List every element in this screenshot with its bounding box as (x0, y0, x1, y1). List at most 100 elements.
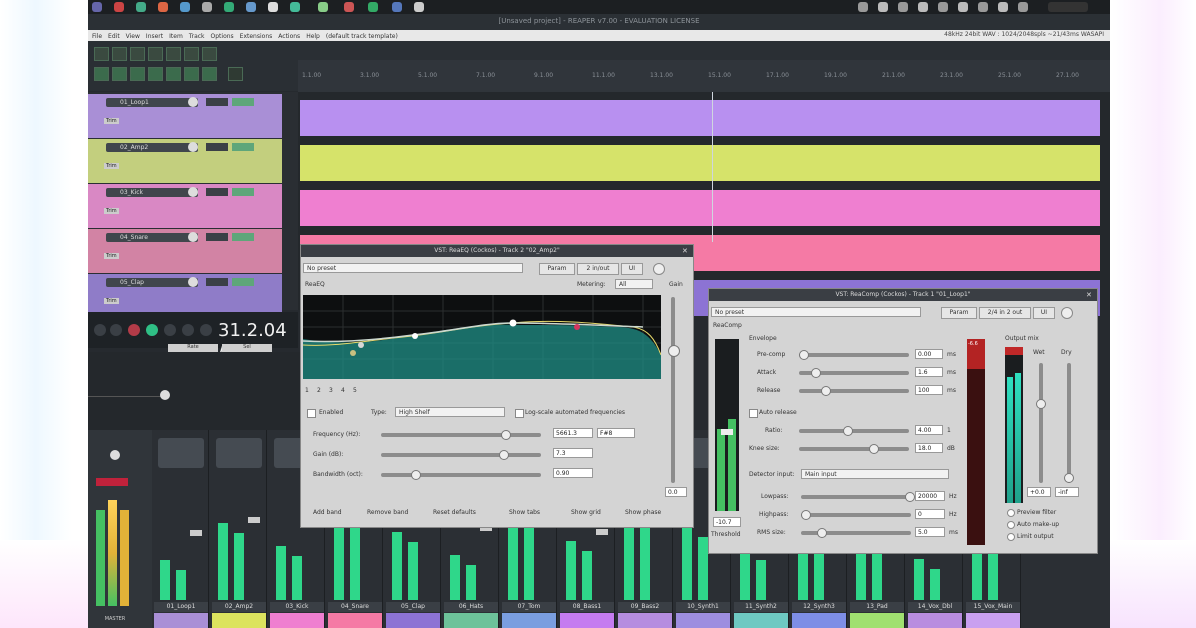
project-settings-button[interactable] (148, 47, 163, 61)
app-icon[interactable] (290, 2, 300, 12)
highpass-field[interactable]: 0 (915, 509, 945, 519)
tray-icon[interactable] (938, 2, 948, 12)
eq-type-select[interactable]: High Shelf (395, 407, 505, 417)
eq-preset-select[interactable]: No preset (303, 263, 523, 273)
app-icon[interactable] (368, 2, 378, 12)
comp-bypass-toggle[interactable] (1061, 307, 1073, 319)
auto-release-checkbox[interactable] (749, 409, 758, 418)
menu-item[interactable]: Insert (146, 33, 163, 40)
media-item[interactable] (300, 100, 1100, 136)
automation-mode[interactable]: Trim (104, 163, 119, 169)
eq-bandwidth-knob[interactable] (411, 470, 421, 480)
selection-button[interactable]: Sel (222, 344, 272, 352)
automation-mode[interactable]: Trim (104, 118, 119, 124)
track-name[interactable]: 03_Kick (106, 188, 198, 197)
eq-graph[interactable] (303, 295, 661, 379)
eq-frequency-knob[interactable] (501, 430, 511, 440)
app-icon[interactable] (136, 2, 146, 12)
tray-icon[interactable] (858, 2, 868, 12)
eq-ui-button[interactable]: UI (621, 263, 643, 275)
track-lane[interactable] (300, 96, 1100, 138)
eq-bottom-button[interactable]: Show grid (571, 509, 601, 516)
track-buttons[interactable] (206, 233, 228, 241)
wet-slider[interactable] (1036, 363, 1046, 483)
comp-param-button[interactable]: Param (941, 307, 977, 319)
preview-filter-radio[interactable] (1007, 509, 1015, 517)
track-buttons[interactable] (206, 98, 228, 106)
comp-row-field[interactable]: 1.6 (915, 367, 943, 377)
comp-row-slider[interactable] (799, 350, 909, 360)
app-icon[interactable] (114, 2, 124, 12)
menu-item[interactable]: (default track template) (326, 33, 398, 40)
app-icon[interactable] (392, 2, 402, 12)
menu-item[interactable]: Track (189, 33, 205, 40)
tray-icon[interactable] (878, 2, 888, 12)
eq-io-button[interactable]: 2 in/out (577, 263, 619, 275)
menu-item[interactable]: Actions (278, 33, 300, 40)
eq-bandwidth-field[interactable]: 0.90 (553, 468, 593, 478)
ripple-button[interactable] (130, 67, 145, 81)
comp-row-slider[interactable] (799, 368, 909, 378)
eq-gain-db-field[interactable]: 7.3 (553, 448, 593, 458)
track-buttons[interactable] (206, 278, 228, 286)
eq-band-tab[interactable]: 1 (305, 387, 317, 394)
rate-button[interactable]: Rate (168, 344, 218, 352)
ratio-slider[interactable] (799, 426, 909, 436)
eq-enabled-checkbox[interactable] (307, 409, 316, 418)
highpass-knob[interactable] (801, 510, 811, 520)
lowpass-knob[interactable] (905, 492, 915, 502)
playhead[interactable] (712, 92, 713, 242)
trim-button[interactable] (228, 67, 243, 81)
menu-item[interactable]: Options (211, 33, 234, 40)
comp-row-knob[interactable] (799, 350, 809, 360)
eq-param-button[interactable]: Param (539, 263, 575, 275)
menu-item[interactable]: Item (169, 33, 183, 40)
track-header[interactable]: 03_Kick Trim (88, 184, 282, 228)
open-project-button[interactable] (112, 47, 127, 61)
eq-bandwidth-slider[interactable] (381, 470, 541, 480)
metronome-button[interactable] (202, 67, 217, 81)
detector-select[interactable]: Main input (801, 469, 949, 479)
eq-band-tab[interactable]: 4 (341, 387, 353, 394)
tray-icon[interactable] (958, 2, 968, 12)
automation-mode[interactable]: Trim (104, 298, 119, 304)
tray-icon[interactable] (918, 2, 928, 12)
eq-gain-out-field[interactable]: 0.0 (665, 487, 687, 497)
media-item[interactable] (300, 145, 1100, 181)
ratio-field[interactable]: 4.00 (915, 425, 943, 435)
dry-slider[interactable] (1064, 363, 1074, 483)
snap-button[interactable] (112, 67, 127, 81)
start-icon[interactable] (92, 2, 102, 12)
lowpass-field[interactable]: 20000 (915, 491, 945, 501)
eq-bottom-button[interactable]: Show phase (625, 509, 661, 516)
rms-slider[interactable] (801, 528, 911, 538)
comp-preset-select[interactable]: No preset (711, 307, 921, 317)
comp-row-field[interactable]: 0.00 (915, 349, 943, 359)
app-icon[interactable] (246, 2, 256, 12)
comp-row-knob[interactable] (811, 368, 821, 378)
save-project-button[interactable] (130, 47, 145, 61)
eq-band-tab[interactable]: 2 (317, 387, 329, 394)
wet-field[interactable]: +0.0 (1027, 487, 1051, 497)
media-item[interactable] (300, 190, 1100, 226)
volume-knob[interactable] (188, 97, 198, 107)
app-icon[interactable] (414, 2, 424, 12)
app-icon[interactable] (180, 2, 190, 12)
knee-slider[interactable] (799, 444, 909, 454)
limit-output-radio[interactable] (1007, 533, 1015, 541)
eq-bypass-toggle[interactable] (653, 263, 665, 275)
track-header[interactable]: 04_Snare Trim (88, 229, 282, 273)
lowpass-slider[interactable] (801, 492, 915, 502)
tray-icon[interactable] (898, 2, 908, 12)
wet-knob[interactable] (1036, 399, 1046, 409)
undo-button[interactable] (166, 47, 181, 61)
comp-row-knob[interactable] (821, 386, 831, 396)
tray-icon[interactable] (1018, 2, 1028, 12)
knee-knob[interactable] (869, 444, 879, 454)
track-header[interactable]: 02_Amp2 Trim (88, 139, 282, 183)
volume-knob[interactable] (188, 232, 198, 242)
knee-field[interactable]: 18.0 (915, 443, 943, 453)
eq-note-field[interactable]: F#8 (597, 428, 635, 438)
auto-makeup-radio[interactable] (1007, 521, 1015, 529)
master-pan-knob[interactable] (110, 450, 120, 460)
